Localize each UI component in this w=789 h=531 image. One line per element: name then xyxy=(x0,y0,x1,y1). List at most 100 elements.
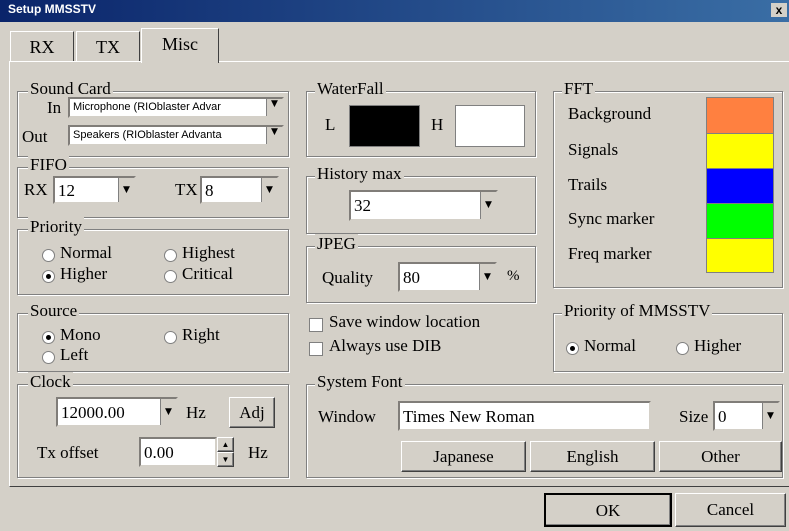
cancel-button[interactable]: Cancel xyxy=(675,493,786,527)
priority-highest-radio[interactable] xyxy=(164,249,177,262)
jpeg-quality-value: 80 xyxy=(403,268,420,287)
tx-label: TX xyxy=(175,180,198,199)
mmsstv-higher-label: Higher xyxy=(694,336,742,355)
fft-background-swatch[interactable] xyxy=(706,97,774,134)
waterfall-low-swatch[interactable] xyxy=(349,105,420,147)
font-size-label: Size xyxy=(679,407,709,426)
font-size-value: 0 xyxy=(718,407,727,426)
priority-critical-radio[interactable] xyxy=(164,270,177,283)
jpeg-legend: JPEG xyxy=(315,234,358,254)
in-label: In xyxy=(47,98,62,117)
fft-sync-marker-swatch[interactable] xyxy=(706,203,774,239)
tx-offset-down-button[interactable]: ▼ xyxy=(217,452,234,467)
clock-value: 12000.00 xyxy=(61,403,125,422)
chevron-down-icon[interactable]: ▼ xyxy=(266,127,282,144)
source-right-label: Right xyxy=(182,325,220,344)
fifo-tx-select[interactable]: 8 ▼ xyxy=(200,176,279,204)
fft-signals-swatch[interactable] xyxy=(706,133,774,169)
priority-normal-label: Normal xyxy=(60,243,112,262)
rx-label: RX xyxy=(24,180,48,199)
waterfall-legend: WaterFall xyxy=(315,79,386,99)
ok-button[interactable]: OK xyxy=(544,493,672,527)
source-left-radio[interactable] xyxy=(42,351,55,364)
jpeg-quality-label: Quality xyxy=(322,268,373,287)
priority-higher-label: Higher xyxy=(60,264,108,283)
tab-misc[interactable]: Misc xyxy=(141,28,219,63)
tab-rx[interactable]: RX xyxy=(10,31,74,62)
fft-background-label: Background xyxy=(568,104,652,123)
history-max-select[interactable]: 32 ▼ xyxy=(349,190,498,221)
title-bar: Setup MMSSTV x xyxy=(0,0,789,22)
tab-tx[interactable]: TX xyxy=(76,31,140,62)
font-window-value: Times New Roman xyxy=(403,407,535,426)
english-button[interactable]: English xyxy=(530,441,655,472)
fifo-legend: FIFO xyxy=(28,155,69,175)
fft-trails-swatch[interactable] xyxy=(706,168,774,204)
clock-legend: Clock xyxy=(28,372,73,392)
jpeg-quality-select[interactable]: 80 ▼ xyxy=(398,262,497,292)
close-icon[interactable]: x xyxy=(771,3,787,17)
output-device-select[interactable]: Speakers (RIOblaster Advanta ▼ xyxy=(68,125,284,146)
system-font-legend: System Font xyxy=(315,372,405,392)
priority-normal-radio[interactable] xyxy=(42,249,55,262)
sound-card-legend: Sound Card xyxy=(28,79,113,99)
source-legend: Source xyxy=(28,301,80,321)
output-device-value: Speakers (RIOblaster Advanta xyxy=(73,129,222,141)
priority-critical-label: Critical xyxy=(182,264,233,283)
source-group xyxy=(17,313,289,372)
waterfall-high-swatch[interactable] xyxy=(455,105,525,147)
fifo-rx-select[interactable]: 12 ▼ xyxy=(53,176,136,204)
fft-freq-marker-swatch[interactable] xyxy=(706,238,774,273)
always-dib-checkbox[interactable] xyxy=(309,342,323,356)
priority-higher-radio[interactable] xyxy=(42,270,55,283)
priority-mmsstv-legend: Priority of MMSSTV xyxy=(562,301,713,321)
chevron-down-icon[interactable]: ▼ xyxy=(479,264,495,290)
clock-select[interactable]: 12000.00 ▼ xyxy=(56,397,178,427)
chevron-down-icon[interactable]: ▼ xyxy=(266,99,282,116)
source-mono-radio[interactable] xyxy=(42,331,55,344)
chevron-down-icon[interactable]: ▼ xyxy=(118,178,134,202)
font-window-label: Window xyxy=(318,407,376,426)
font-window-input[interactable]: Times New Roman xyxy=(398,401,651,431)
jpeg-percent-unit: % xyxy=(507,268,520,284)
priority-highest-label: Highest xyxy=(182,243,235,262)
source-left-label: Left xyxy=(60,345,89,364)
chevron-down-icon[interactable]: ▼ xyxy=(762,403,778,429)
tx-offset-up-button[interactable]: ▲ xyxy=(217,437,234,452)
fft-trails-label: Trails xyxy=(568,175,608,194)
japanese-button[interactable]: Japanese xyxy=(401,441,526,472)
tx-offset-value: 0.00 xyxy=(144,443,174,462)
priority-legend: Priority xyxy=(28,217,84,237)
tx-offset-unit: Hz xyxy=(248,443,268,462)
fifo-tx-value: 8 xyxy=(205,181,214,200)
fft-signals-label: Signals xyxy=(568,140,619,159)
chevron-down-icon[interactable]: ▼ xyxy=(261,178,277,202)
waterfall-h-label: H xyxy=(431,115,444,134)
font-size-select[interactable]: 0 ▼ xyxy=(713,401,780,431)
always-dib-label: Always use DIB xyxy=(329,336,442,355)
priority-group xyxy=(17,229,289,295)
waterfall-l-label: L xyxy=(325,115,336,134)
fft-freq-marker-label: Freq marker xyxy=(568,244,652,263)
clock-unit: Hz xyxy=(186,403,206,422)
input-device-select[interactable]: Microphone (RIOblaster Advar ▼ xyxy=(68,97,284,118)
adj-button[interactable]: Adj xyxy=(229,397,275,428)
chevron-down-icon[interactable]: ▼ xyxy=(480,192,496,219)
chevron-down-icon[interactable]: ▼ xyxy=(160,399,176,425)
fifo-rx-value: 12 xyxy=(58,181,75,200)
source-right-radio[interactable] xyxy=(164,331,177,344)
tx-offset-input[interactable]: 0.00 xyxy=(139,437,217,467)
source-mono-label: Mono xyxy=(60,325,101,344)
fft-legend: FFT xyxy=(562,79,596,99)
mmsstv-normal-label: Normal xyxy=(584,336,636,355)
fft-sync-marker-label: Sync marker xyxy=(568,209,655,228)
mmsstv-higher-radio[interactable] xyxy=(676,342,689,355)
tx-offset-label: Tx offset xyxy=(37,443,99,462)
mmsstv-normal-radio[interactable] xyxy=(566,342,579,355)
save-window-label: Save window location xyxy=(329,312,481,331)
window-title: Setup MMSSTV xyxy=(8,2,97,16)
input-device-value: Microphone (RIOblaster Advar xyxy=(73,101,221,113)
other-button[interactable]: Other xyxy=(659,441,782,472)
history-max-value: 32 xyxy=(354,196,371,215)
save-window-checkbox[interactable] xyxy=(309,318,323,332)
